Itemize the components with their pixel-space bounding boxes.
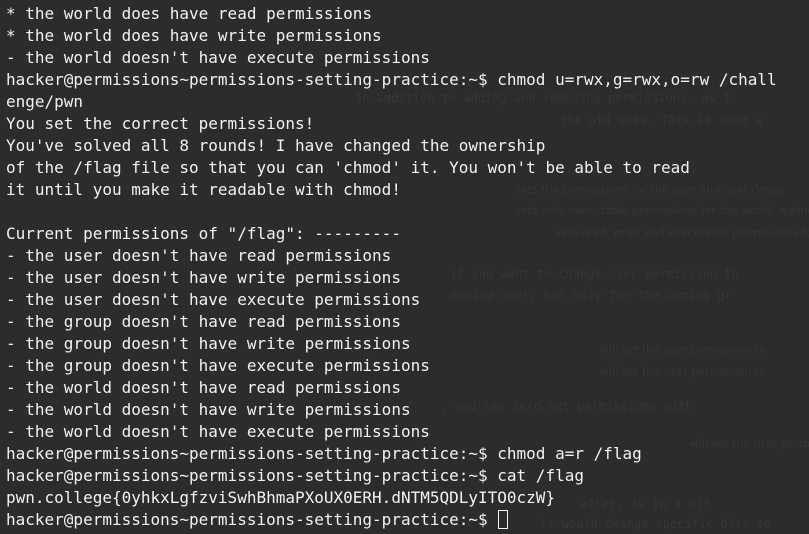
terminal-line-text: hacker@permissions~permissions-setting-p… (6, 510, 498, 529)
terminal-line: - the world doesn't have execute permiss… (6, 47, 809, 69)
terminal-line: - the user doesn't have read permissions (6, 245, 809, 267)
terminal-line: * the world does have write permissions (6, 25, 809, 47)
terminal-line-text: pwn.college{0yhkxLgfzviSwhBhmaPXoUX0ERH.… (6, 488, 556, 507)
terminal-line: - the user doesn't have execute permissi… (6, 289, 809, 311)
terminal-line: - the group doesn't have write permissio… (6, 333, 809, 355)
terminal-line-text: You set the correct permissions! (6, 114, 315, 133)
terminal-line: enge/pwn (6, 91, 809, 113)
terminal-line: hacker@permissions~permissions-setting-p… (6, 465, 809, 487)
terminal-line: hacker@permissions~permissions-setting-p… (6, 69, 809, 91)
terminal-line: * the world does have read permissions (6, 3, 809, 25)
terminal-line: hacker@permissions~permissions-setting-p… (6, 443, 809, 465)
text-cursor (498, 510, 509, 529)
terminal-line-text: hacker@permissions~permissions-setting-p… (6, 444, 642, 463)
terminal-line-text: - the user doesn't have execute permissi… (6, 290, 421, 309)
terminal-line-text: - the group doesn't have write permissio… (6, 334, 411, 353)
terminal-line-text: - the world doesn't have write permissio… (6, 400, 411, 419)
terminal-line-text: - the user doesn't have read permissions (6, 246, 392, 265)
terminal-line: - the user doesn't have write permission… (6, 267, 809, 289)
terminal-line: You set the correct permissions! (6, 113, 809, 135)
terminal-line: pwn.college{0yhkxLgfzviSwhBhmaPXoUX0ERH.… (6, 487, 809, 509)
terminal-line-text: - the group doesn't have read permission… (6, 312, 401, 331)
terminal-line: You've solved all 8 rounds! I have chang… (6, 135, 809, 157)
terminal-line: - the world doesn't have read permission… (6, 377, 809, 399)
terminal-window[interactable]: In addition to adding and removing permi… (0, 0, 809, 534)
terminal-line: - the world doesn't have execute permiss… (6, 421, 809, 443)
terminal-line: - the group doesn't have execute permiss… (6, 355, 809, 377)
terminal-line-text: - the world doesn't have execute permiss… (6, 422, 430, 441)
terminal-line-text: * the world does have write permissions (6, 26, 382, 45)
terminal-line-text: - the world doesn't have execute permiss… (6, 48, 430, 67)
terminal-line-text: enge/pwn (6, 92, 84, 111)
terminal-line-text: hacker@permissions~permissions-setting-p… (6, 466, 584, 485)
terminal-line: of the /flag file so that you can 'chmod… (6, 157, 809, 179)
terminal-line-text: You've solved all 8 rounds! I have chang… (6, 136, 546, 155)
terminal-line: hacker@permissions~permissions-setting-p… (6, 509, 809, 531)
terminal-line-text: - the user doesn't have write permission… (6, 268, 401, 287)
terminal-line-text: of the /flag file so that you can 'chmod… (6, 158, 690, 177)
terminal-line-text: it until you make it readable with chmod… (6, 180, 401, 199)
terminal-output: * the world does have read permissions * … (6, 3, 809, 531)
terminal-line: - the group doesn't have read permission… (6, 311, 809, 333)
terminal-line-text: - the group doesn't have execute permiss… (6, 356, 430, 375)
terminal-line-text: - the world doesn't have read permission… (6, 378, 401, 397)
terminal-line: Current permissions of "/flag": --------… (6, 223, 809, 245)
terminal-line: - the world doesn't have write permissio… (6, 399, 809, 421)
terminal-line-text: Current permissions of "/flag": --------… (6, 224, 401, 243)
terminal-line-text: * the world does have read permissions (6, 4, 373, 23)
terminal-line: it until you make it readable with chmod… (6, 179, 809, 201)
terminal-line-text: hacker@permissions~permissions-setting-p… (6, 70, 777, 89)
